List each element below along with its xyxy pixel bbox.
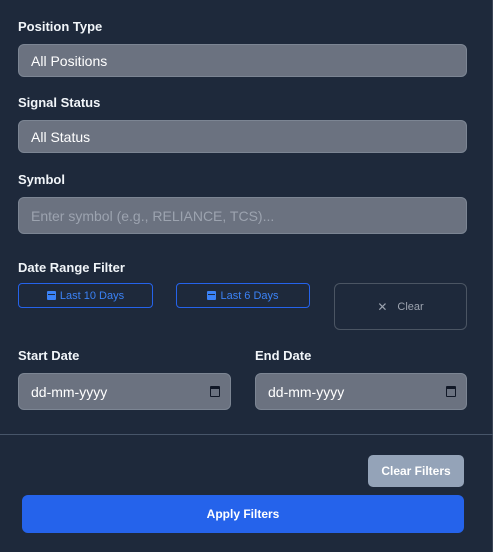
- calendar-icon[interactable]: [210, 386, 220, 397]
- last-10-days-label: Last 10 Days: [59, 289, 125, 302]
- end-date-input[interactable]: dd-mm-yyyy: [255, 373, 467, 410]
- close-icon: ✕: [377, 299, 388, 314]
- calendar-icon[interactable]: [446, 386, 456, 397]
- position-type-label: Position Type: [18, 19, 103, 34]
- date-range-label: Date Range Filter: [18, 260, 125, 275]
- signal-status-label: Signal Status: [18, 95, 101, 110]
- last-6-days-label: Last 6 Days: [220, 289, 279, 302]
- signal-status-value: All Status: [31, 128, 91, 145]
- position-type-value: All Positions: [31, 52, 108, 69]
- symbol-label: Symbol: [18, 172, 65, 187]
- start-date-input[interactable]: dd-mm-yyyy: [18, 373, 231, 410]
- end-date-label: End Date: [255, 348, 312, 363]
- start-date-value: dd-mm-yyyy: [31, 383, 108, 400]
- clear-filters-button[interactable]: Clear Filters: [368, 455, 464, 487]
- position-type-select[interactable]: All Positions: [18, 44, 467, 77]
- last-6-days-button[interactable]: Last 6 Days: [176, 283, 310, 308]
- apply-filters-button[interactable]: Apply Filters: [22, 495, 464, 533]
- symbol-placeholder: Enter symbol (e.g., RELIANCE, TCS)...: [31, 207, 275, 224]
- calendar-icon: [46, 291, 56, 300]
- symbol-input[interactable]: Enter symbol (e.g., RELIANCE, TCS)...: [18, 197, 467, 234]
- signal-status-select[interactable]: All Status: [18, 120, 467, 153]
- calendar-icon: [207, 291, 217, 300]
- divider: [0, 434, 493, 435]
- filter-panel: Position Type All Positions Signal Statu…: [0, 0, 493, 552]
- last-10-days-button[interactable]: Last 10 Days: [18, 283, 153, 308]
- end-date-value: dd-mm-yyyy: [268, 383, 345, 400]
- start-date-label: Start Date: [18, 348, 80, 363]
- clear-label: Clear: [397, 300, 424, 313]
- clear-date-range-button[interactable]: ✕ Clear: [334, 283, 467, 330]
